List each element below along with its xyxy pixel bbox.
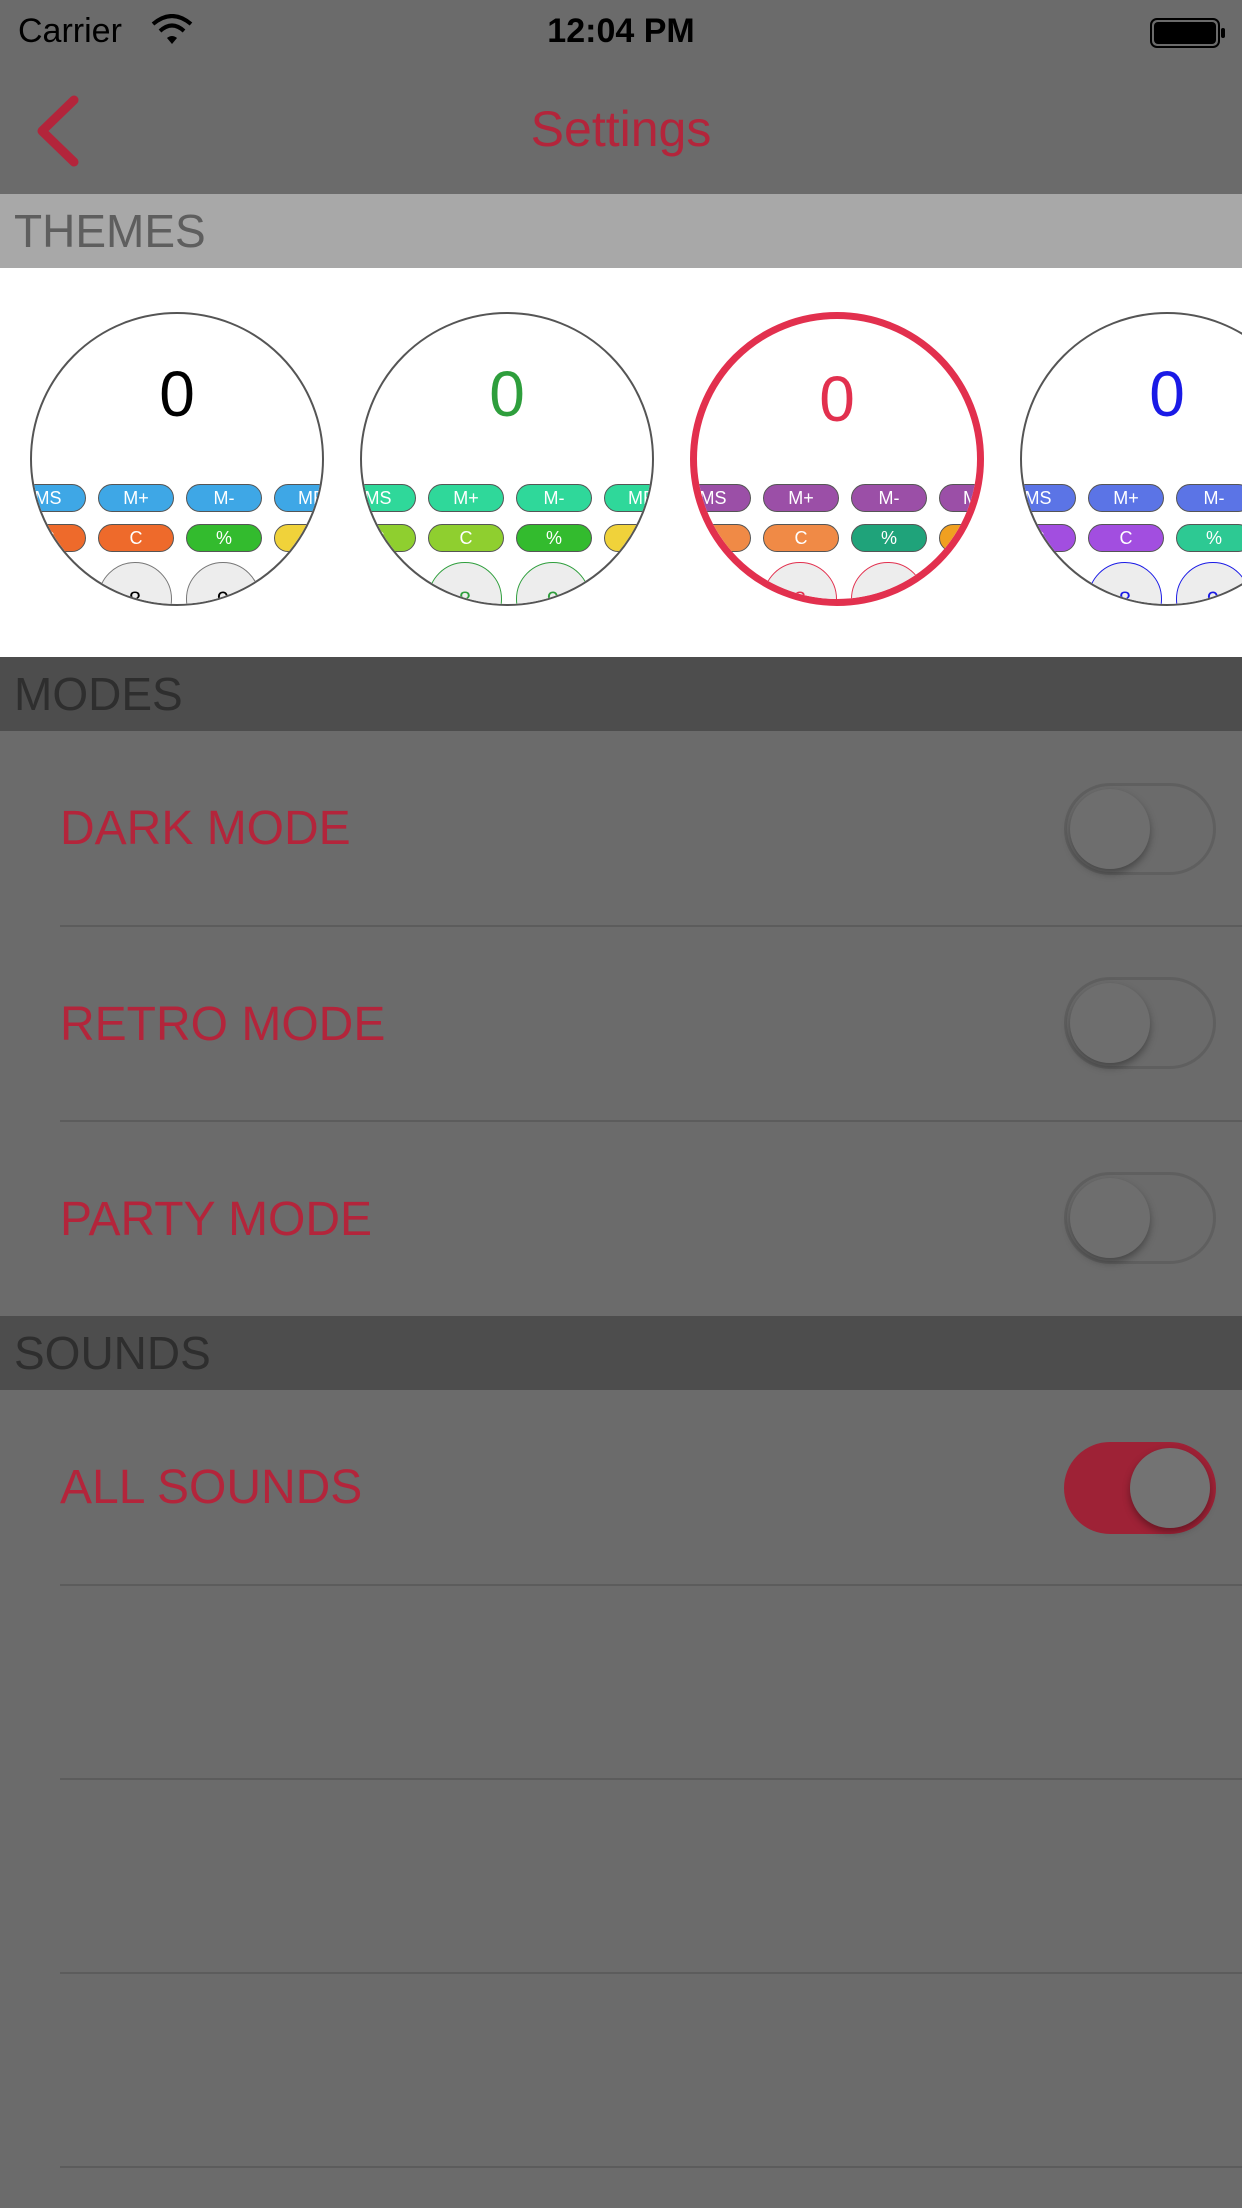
theme-number-key: 9: [186, 562, 260, 604]
theme-function-key: %: [1176, 524, 1242, 552]
theme-number-key: 8: [1088, 562, 1162, 604]
party-mode-toggle[interactable]: [1064, 1172, 1216, 1264]
dark-mode-toggle[interactable]: [1064, 783, 1216, 875]
toggle-knob: [1070, 1178, 1150, 1258]
theme-memory-key: M+: [428, 484, 504, 512]
theme-function-key: C: [1088, 524, 1164, 552]
theme-function-key: C: [763, 524, 839, 552]
theme-memory-key: M+: [763, 484, 839, 512]
theme-memory-key: MR: [274, 484, 322, 512]
theme-memory-key: M-: [516, 484, 592, 512]
theme-memory-key: MS: [697, 484, 751, 512]
theme-memory-key: MS: [32, 484, 86, 512]
theme-option-2[interactable]: 0 MS M+ M- MR C C% 8 9: [360, 312, 654, 606]
theme-function-key: %: [186, 524, 262, 552]
theme-option-3[interactable]: 0 MS M+ M- MR CC% 89: [690, 312, 984, 606]
theme-function-row: C C%: [362, 524, 652, 554]
status-bar: Carrier 12:04 PM: [0, 0, 1242, 70]
navigation-bar: Settings: [0, 70, 1242, 196]
dark-mode-row: DARK MODE: [0, 731, 1242, 925]
themes-section-header: THEMES: [0, 194, 1242, 268]
theme-memory-key: M-: [1176, 484, 1242, 512]
theme-number-key: 9: [1176, 562, 1242, 604]
theme-memory-row: MS M+ M- MR: [697, 484, 977, 514]
theme-memory-key: M-: [186, 484, 262, 512]
theme-memory-key: M-: [851, 484, 927, 512]
modes-section-header: MODES: [0, 657, 1242, 731]
theme-option-1[interactable]: 0 MS M+ M- MR C C% 8 9: [30, 312, 324, 606]
theme-option-4[interactable]: 0MSM+M-MRCC%89: [1020, 312, 1242, 606]
theme-function-key: [604, 524, 652, 552]
all-sounds-label: ALL SOUNDS: [60, 1461, 363, 1514]
theme-memory-key: M+: [1088, 484, 1164, 512]
theme-memory-row: MSM+M-MR: [1022, 484, 1242, 514]
theme-number-key: 8: [763, 562, 837, 599]
retro-mode-row: RETRO MODE: [0, 927, 1242, 1121]
theme-display-value: 0: [819, 363, 855, 435]
theme-function-key: [274, 524, 322, 552]
toggle-knob: [1130, 1448, 1210, 1528]
row-separator: [60, 1584, 1242, 1586]
theme-number-key: 8: [98, 562, 172, 604]
page-title: Settings: [530, 101, 712, 157]
theme-memory-key: MR: [939, 484, 977, 512]
theme-function-row: C C%: [32, 524, 322, 554]
dark-mode-label: DARK MODE: [60, 802, 351, 855]
theme-memory-key: M+: [98, 484, 174, 512]
theme-number-key: 8: [428, 562, 502, 604]
theme-function-key: C: [428, 524, 504, 552]
party-mode-label: PARTY MODE: [60, 1193, 373, 1246]
row-separator: [60, 1778, 1242, 1780]
theme-function-key: C: [697, 524, 751, 552]
theme-memory-key: MS: [362, 484, 416, 512]
theme-display-value: 0: [489, 358, 525, 430]
theme-function-key: C: [362, 524, 416, 552]
theme-display-value: 0: [159, 358, 195, 430]
battery-icon: [1150, 18, 1225, 48]
theme-function-key: %: [516, 524, 592, 552]
theme-function-row: C C%: [697, 524, 977, 554]
theme-function-key: C: [98, 524, 174, 552]
toggle-knob: [1070, 789, 1150, 869]
theme-memory-key: MS: [1022, 484, 1076, 512]
theme-function-key: %: [851, 524, 927, 552]
all-sounds-row: ALL SOUNDS: [0, 1390, 1242, 1584]
theme-number-key: 9: [851, 562, 925, 599]
toggle-knob: [1070, 983, 1150, 1063]
row-separator: [60, 2166, 1242, 2168]
theme-function-key: C: [1022, 524, 1076, 552]
theme-memory-key: MR: [604, 484, 652, 512]
all-sounds-toggle[interactable]: [1064, 1442, 1216, 1534]
row-separator: [60, 1972, 1242, 1974]
theme-display-value: 0: [1149, 358, 1185, 430]
theme-memory-row: MS M+ M- MR: [362, 484, 652, 514]
retro-mode-label: RETRO MODE: [60, 998, 386, 1051]
theme-function-key: C: [32, 524, 86, 552]
status-time: 12:04 PM: [547, 12, 695, 50]
themes-carousel[interactable]: 0MSM+M-MRCC%890MSM+M-MRCC%890MSM+M-MRCC%…: [0, 268, 1242, 657]
theme-function-key: [939, 524, 977, 552]
theme-function-row: C C%: [1022, 524, 1242, 554]
theme-memory-row: MS M+ M- MR: [32, 484, 322, 514]
sounds-section-header: SOUNDS: [0, 1316, 1242, 1390]
theme-number-key: 9: [516, 562, 590, 604]
party-mode-row: PARTY MODE: [0, 1122, 1242, 1316]
retro-mode-toggle[interactable]: [1064, 977, 1216, 1069]
